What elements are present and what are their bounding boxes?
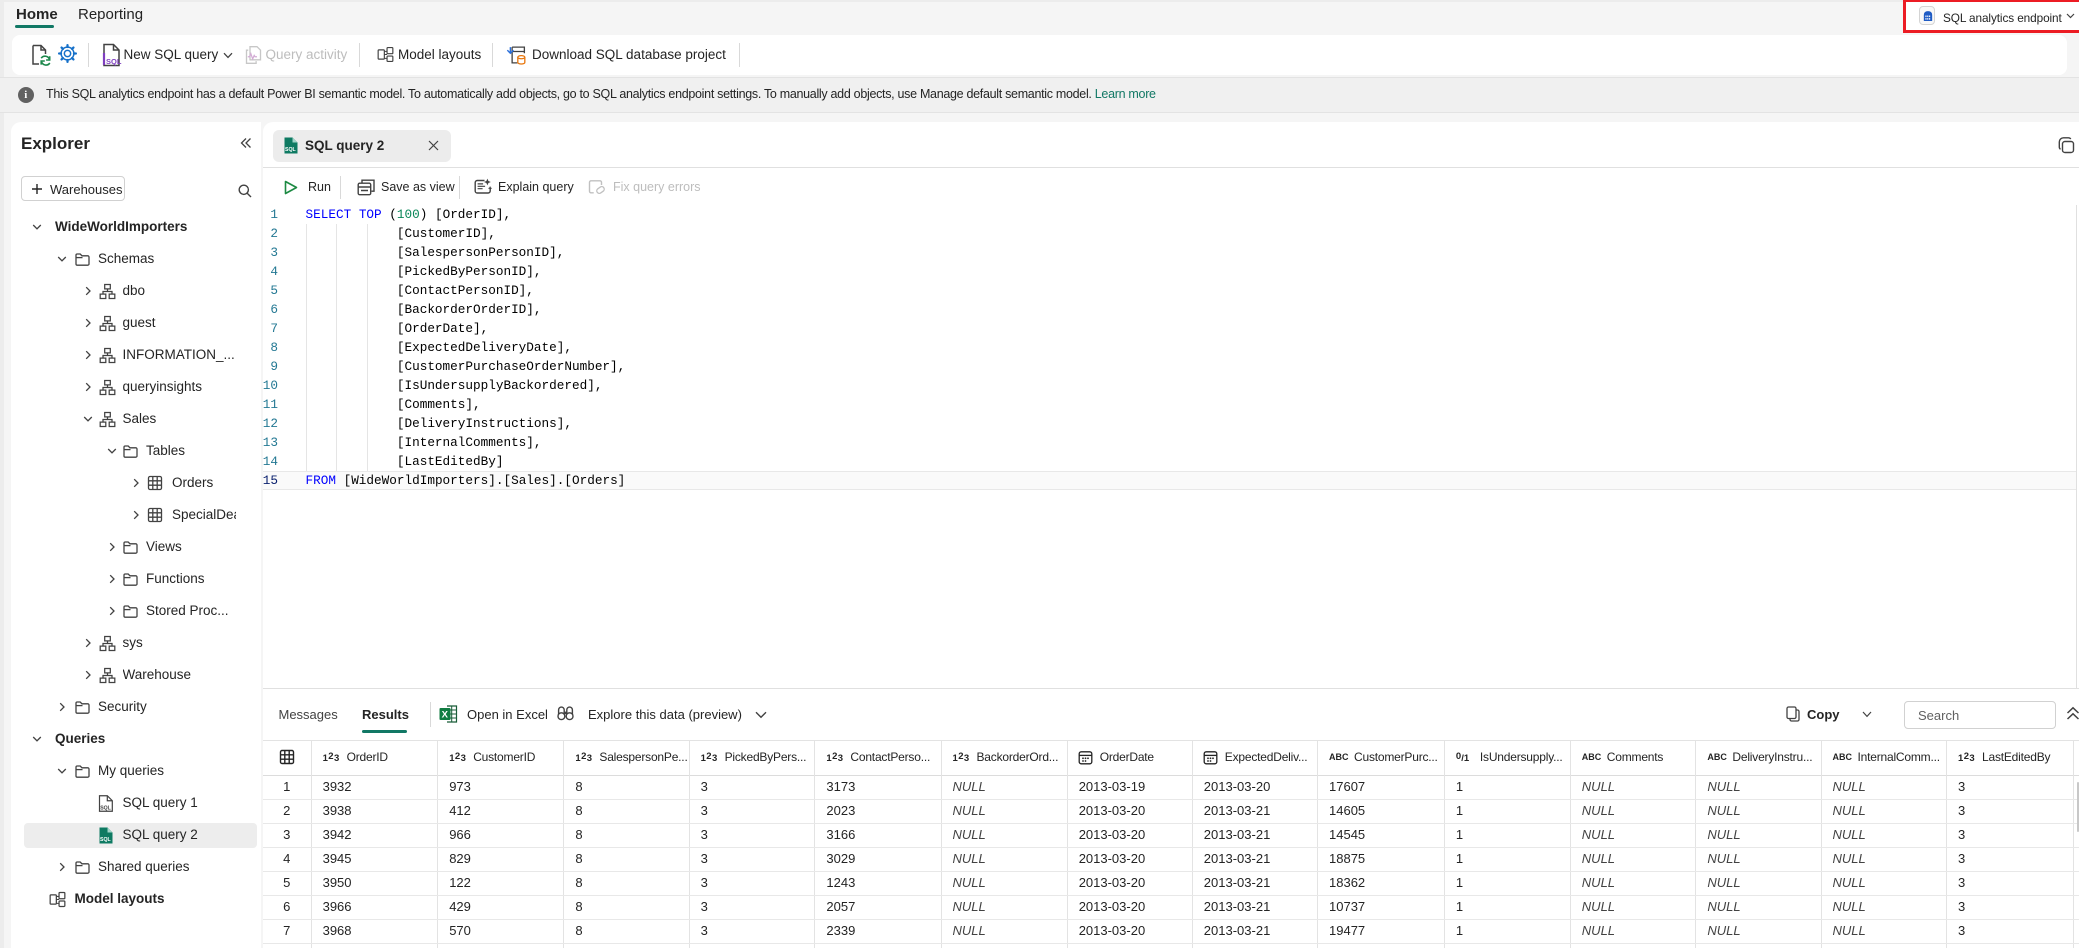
svg-text:X: X xyxy=(442,710,449,721)
svg-text:SQL: SQL xyxy=(285,147,296,153)
svg-text:SQL: SQL xyxy=(100,837,111,843)
svg-text:SQL: SQL xyxy=(106,57,122,66)
svg-text:SQL: SQL xyxy=(100,805,111,811)
